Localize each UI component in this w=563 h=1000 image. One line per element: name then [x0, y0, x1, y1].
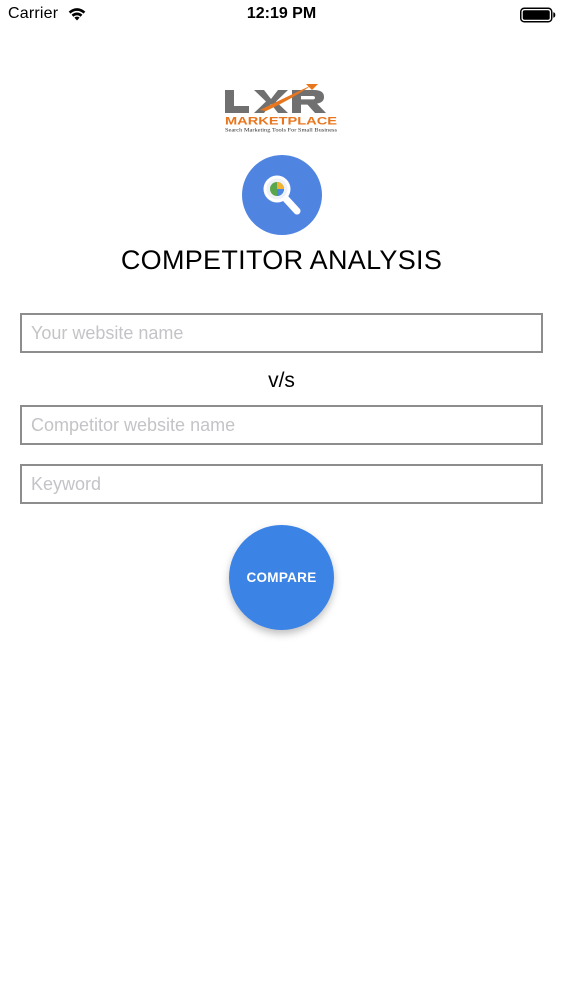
- battery-icon: [520, 7, 556, 23]
- versus-label: v/s: [268, 369, 295, 392]
- logo-tagline: Search Marketing Tools For Small Busines…: [225, 129, 337, 134]
- compare-button[interactable]: COMPARE: [229, 525, 334, 630]
- page-title: COMPETITOR ANALYSIS: [120, 245, 443, 275]
- competitor-website-input[interactable]: [20, 405, 543, 445]
- lxr-marketplace-logo: MARKETPLACE Search Marketing Tools For S…: [222, 84, 340, 134]
- logo-subtitle: MARKETPLACE: [225, 116, 337, 128]
- your-website-input[interactable]: [20, 313, 543, 353]
- magnifier-pie-chart-icon: [242, 155, 322, 235]
- status-time: 12:19 PM: [246, 5, 317, 22]
- keyword-input[interactable]: [20, 464, 543, 504]
- status-bar: Carrier 12:19 PM: [0, 0, 563, 30]
